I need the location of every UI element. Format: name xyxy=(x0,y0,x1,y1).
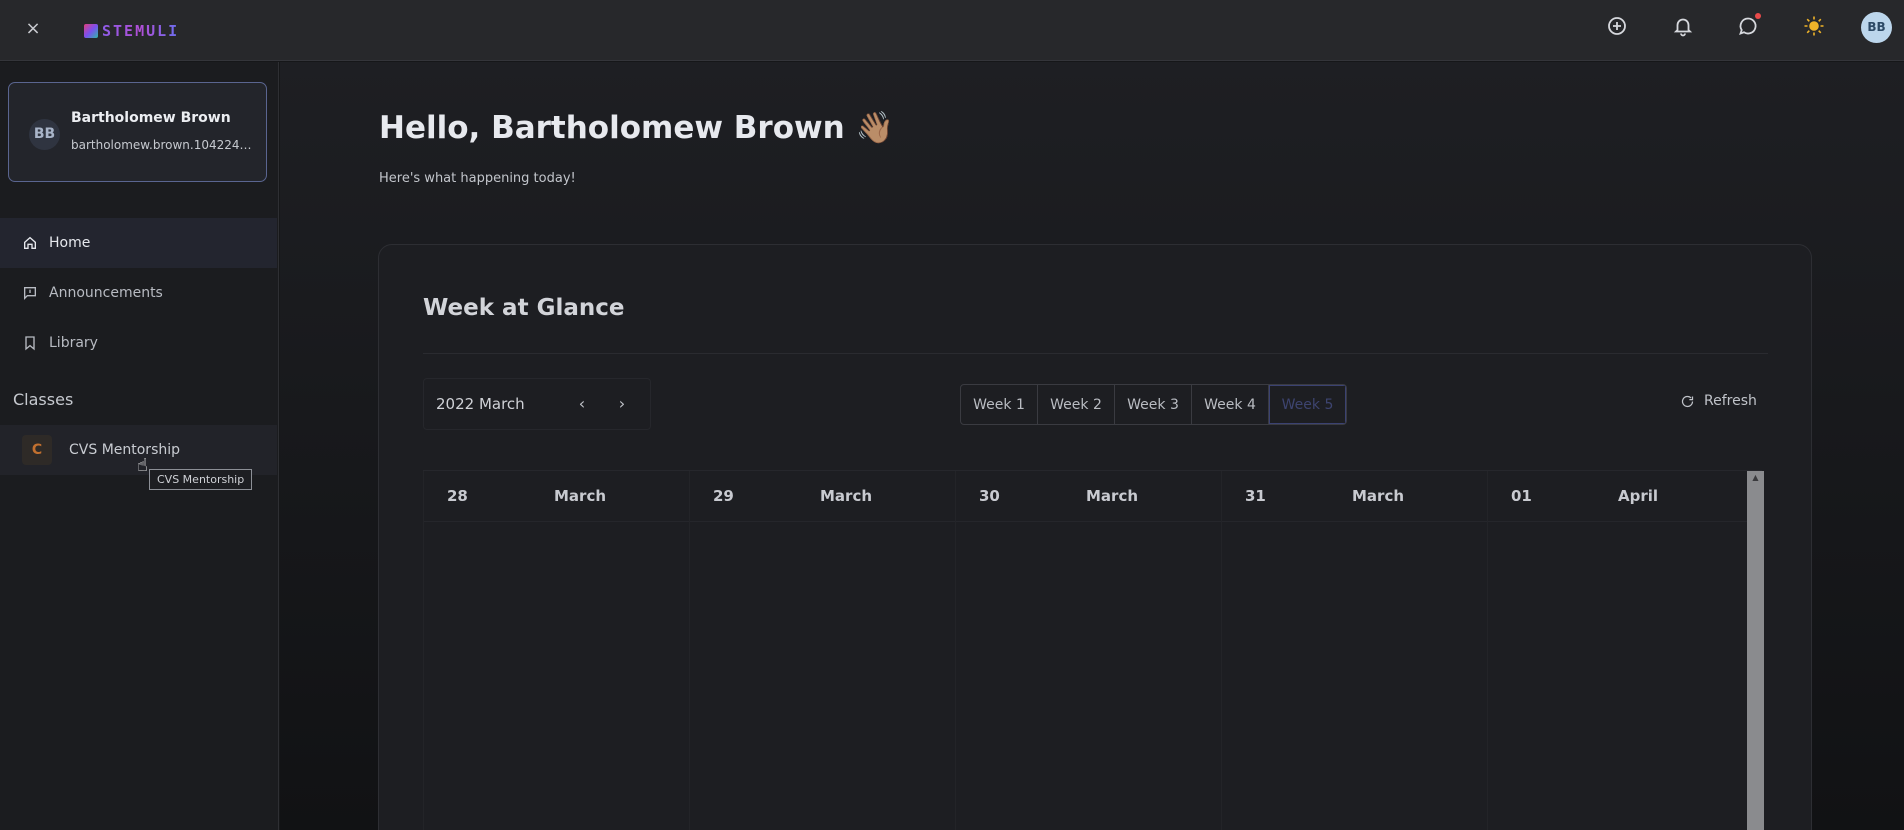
refresh-button[interactable]: Refresh xyxy=(1680,393,1757,409)
card-title: Week at Glance xyxy=(423,295,625,321)
bell-icon[interactable] xyxy=(1671,14,1695,38)
day-number: 01 xyxy=(1511,487,1532,505)
tab-week-5[interactable]: Week 5 xyxy=(1269,385,1346,424)
tab-week-4[interactable]: Week 4 xyxy=(1192,385,1269,424)
sidebar-item-label: Announcements xyxy=(49,285,163,301)
week-calendar: 28 March 29 March 30 March 31 March 01 A… xyxy=(423,470,1762,830)
profile-name: Bartholomew Brown xyxy=(71,110,231,126)
sidebar-item-library[interactable]: Library xyxy=(0,318,277,368)
user-avatar[interactable]: BB xyxy=(1861,12,1892,43)
chat-icon[interactable] xyxy=(1736,13,1761,38)
top-bar: × STEMULI BB xyxy=(0,0,1904,61)
tab-week-3[interactable]: Week 3 xyxy=(1115,385,1192,424)
next-month-button[interactable]: › xyxy=(611,393,633,415)
day-number: 29 xyxy=(713,487,734,505)
logo-text: STEMULI xyxy=(102,22,180,40)
sidebar-item-announcements[interactable]: Announcements xyxy=(0,268,277,318)
home-icon xyxy=(24,236,36,249)
classes-heading: Classes xyxy=(13,390,74,409)
day-column: 29 March xyxy=(689,471,955,830)
month-selector: 2022 March ‹ › xyxy=(423,378,651,430)
class-tooltip: CVS Mentorship xyxy=(149,469,253,490)
day-month: March xyxy=(1086,487,1139,505)
close-sidebar-button[interactable]: × xyxy=(22,18,44,40)
add-icon[interactable] xyxy=(1605,14,1629,38)
day-number: 28 xyxy=(447,487,468,505)
tab-week-2[interactable]: Week 2 xyxy=(1038,385,1115,424)
notification-dot xyxy=(1755,13,1761,19)
sun-icon[interactable] xyxy=(1802,14,1826,38)
divider xyxy=(423,353,1768,354)
week-at-glance-card: Week at Glance 2022 March ‹ › Week 1 Wee… xyxy=(378,244,1812,830)
calendar-scrollbar[interactable] xyxy=(1747,471,1764,830)
day-month: March xyxy=(1352,487,1405,505)
day-month: March xyxy=(554,487,607,505)
page-title: Hello, Bartholomew Brown 👋🏽 xyxy=(379,110,895,146)
day-month: April xyxy=(1618,487,1659,505)
class-item-label: CVS Mentorship xyxy=(69,442,181,458)
bookmark-icon xyxy=(25,336,35,351)
day-column: 31 March xyxy=(1221,471,1487,830)
month-label: 2022 March xyxy=(436,395,525,413)
day-month: March xyxy=(820,487,873,505)
prev-month-button[interactable]: ‹ xyxy=(571,393,593,415)
announcement-icon xyxy=(24,287,36,300)
refresh-icon xyxy=(1681,395,1694,407)
week-tabs: Week 1 Week 2 Week 3 Week 4 Week 5 xyxy=(960,384,1347,425)
page-subtitle: Here's what happening today! xyxy=(379,171,576,186)
sidebar-item-label: Library xyxy=(49,335,98,351)
pointer-cursor-icon: ☝ xyxy=(137,455,148,476)
profile-email: bartholomew.brown.104224@ex... xyxy=(71,138,256,152)
day-column: 30 March xyxy=(955,471,1221,830)
class-badge: C xyxy=(22,435,52,465)
tab-week-1[interactable]: Week 1 xyxy=(961,385,1038,424)
sidebar-item-home[interactable]: Home xyxy=(0,218,277,268)
logo-mark-icon xyxy=(84,24,98,38)
logo[interactable]: STEMULI xyxy=(84,20,179,42)
day-column: 28 March xyxy=(423,471,689,830)
sidebar-item-label: Home xyxy=(49,235,91,251)
day-number: 30 xyxy=(979,487,1000,505)
profile-avatar: BB xyxy=(29,119,60,150)
profile-card[interactable]: BB Bartholomew Brown bartholomew.brown.1… xyxy=(8,82,267,182)
day-number: 31 xyxy=(1245,487,1266,505)
refresh-label: Refresh xyxy=(1704,393,1757,409)
day-column: 01 April xyxy=(1487,471,1753,830)
scroll-up-icon[interactable]: ▲ xyxy=(1747,471,1764,485)
